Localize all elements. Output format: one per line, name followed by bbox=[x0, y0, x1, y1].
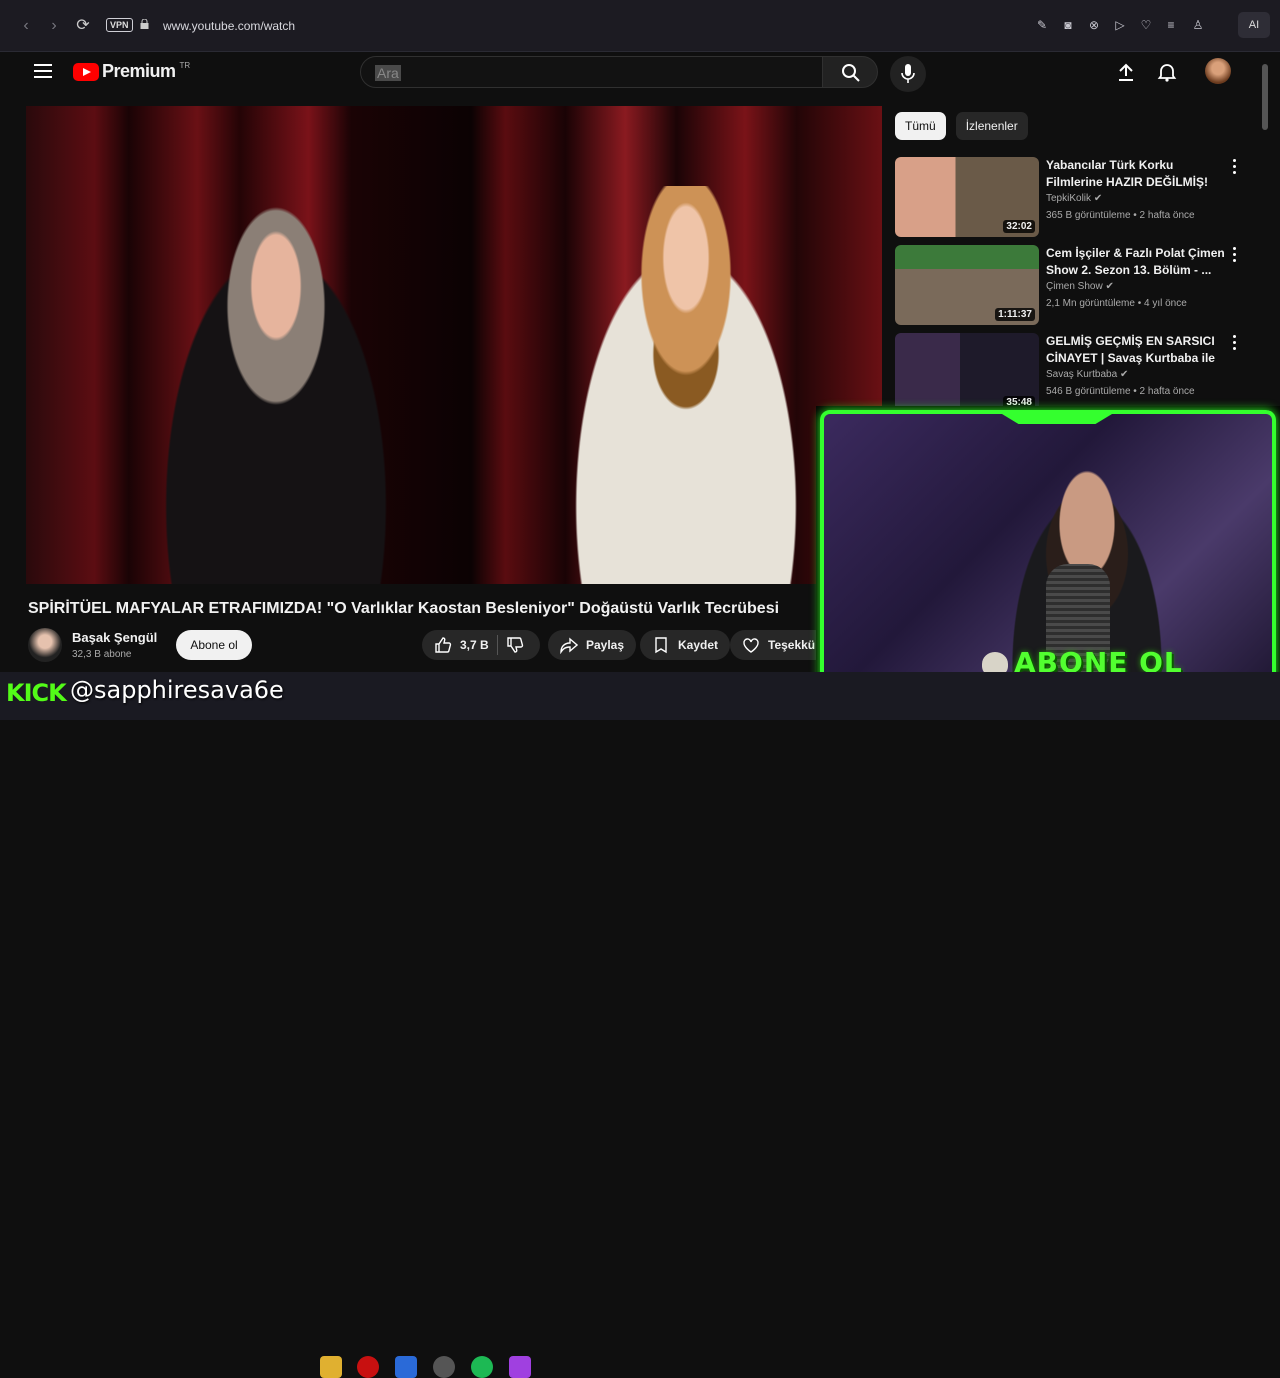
profile-icon[interactable]: ♙ bbox=[1191, 17, 1205, 33]
share-label: Paylaş bbox=[586, 638, 625, 652]
video-title: SPİRİTÜEL MAFYALAR ETRAFIMIZDA! "O Varlı… bbox=[28, 600, 780, 617]
camera-app-icon[interactable] bbox=[509, 1356, 531, 1378]
kick-handle: @sapphiresava6e bbox=[70, 676, 284, 704]
recommendation-title[interactable]: Cem İşçiler & Fazlı Polat Çimen Show 2. … bbox=[1046, 245, 1226, 279]
bookmark-icon bbox=[655, 637, 667, 654]
spotify-icon[interactable] bbox=[471, 1356, 493, 1378]
channel-name[interactable]: Başak Şengül bbox=[72, 630, 157, 645]
verified-icon: ✔ bbox=[1119, 369, 1129, 380]
video-thumbnail[interactable]: 1:11:37 bbox=[895, 245, 1039, 325]
verified-icon: ✔ bbox=[1105, 281, 1114, 292]
search-placeholder: Ara bbox=[375, 65, 401, 81]
shield-icon[interactable]: ⊗ bbox=[1087, 17, 1101, 33]
save-label: Kaydet bbox=[678, 638, 719, 652]
heart-icon[interactable]: ♡ bbox=[1139, 17, 1153, 33]
more-options-icon[interactable] bbox=[1233, 247, 1237, 263]
recommendation-channel[interactable]: Savaş Kurtbaba ✔ bbox=[1046, 369, 1128, 380]
chip-all[interactable]: Tümü bbox=[895, 112, 946, 140]
share-button[interactable]: Paylaş bbox=[548, 630, 637, 660]
recommendation-item[interactable]: 1:11:37 Cem İşçiler & Fazlı Polat Çimen … bbox=[895, 245, 1255, 325]
back-icon[interactable]: ‹ bbox=[16, 16, 36, 36]
upload-icon[interactable] bbox=[1116, 62, 1136, 82]
ai-button[interactable]: AI bbox=[1238, 12, 1270, 38]
chip-watched[interactable]: İzlenenler bbox=[955, 112, 1028, 140]
opera-icon[interactable] bbox=[357, 1356, 379, 1378]
video-duration: 1:11:37 bbox=[995, 308, 1035, 321]
dislike-icon[interactable] bbox=[506, 636, 524, 654]
divider bbox=[496, 635, 498, 655]
subscriber-count: 32,3 B abone bbox=[72, 649, 132, 660]
reload-icon[interactable]: ⟳ bbox=[73, 16, 93, 36]
like-icon[interactable] bbox=[434, 636, 452, 654]
vpn-badge[interactable]: VPN bbox=[106, 18, 133, 32]
edit-icon[interactable]: ✎ bbox=[1035, 17, 1049, 33]
filter-chips: Tümü İzlenenler bbox=[895, 112, 1028, 140]
address-bar[interactable]: www.youtube.com/watch bbox=[163, 19, 295, 33]
frame-decoration bbox=[1002, 414, 1112, 424]
menu-lines-icon[interactable]: ≡ bbox=[1164, 17, 1178, 33]
more-options-icon[interactable] bbox=[1233, 335, 1237, 351]
search-icon bbox=[842, 64, 860, 82]
voice-search-button[interactable] bbox=[890, 56, 926, 92]
app-icon[interactable] bbox=[395, 1356, 417, 1378]
logo-text: Premium bbox=[102, 61, 176, 81]
save-button[interactable]: Kaydet bbox=[640, 630, 731, 660]
scrollbar-thumb[interactable] bbox=[1262, 64, 1268, 130]
camera-icon[interactable]: ◙ bbox=[1061, 17, 1075, 33]
like-dislike-group: 3,7 B bbox=[422, 630, 540, 660]
video-person-left bbox=[136, 186, 416, 584]
like-count: 3,7 B bbox=[460, 638, 489, 652]
youtube-play-icon bbox=[73, 62, 99, 81]
notifications-bell-icon[interactable] bbox=[1157, 62, 1177, 82]
verified-icon: ✔ bbox=[1093, 193, 1103, 204]
recommendation-meta: 546 B görüntüleme • 2 hafta önce bbox=[1046, 386, 1195, 397]
video-person-right bbox=[546, 186, 826, 584]
account-avatar[interactable] bbox=[1205, 58, 1231, 84]
hamburger-icon[interactable] bbox=[34, 64, 52, 78]
webcam-overlay: ABONE OL bbox=[816, 406, 1280, 710]
subscribe-button[interactable]: Abone ol bbox=[176, 630, 252, 660]
youtube-logo[interactable]: Premium TR bbox=[73, 61, 190, 82]
video-player[interactable] bbox=[26, 106, 882, 584]
recommendation-meta: 365 B görüntüleme • 2 hafta önce bbox=[1046, 210, 1195, 221]
channel-avatar[interactable] bbox=[28, 628, 62, 662]
recommendation-meta: 2,1 Mn görüntüleme • 4 yıl önce bbox=[1046, 298, 1187, 309]
video-thumbnail[interactable]: 32:02 bbox=[895, 157, 1039, 237]
play-icon[interactable]: ▷ bbox=[1113, 17, 1127, 33]
recommendation-title[interactable]: GELMİŞ GEÇMİŞ EN SARSICI CİNAYET | Savaş… bbox=[1046, 333, 1226, 367]
recommendation-channel[interactable]: TepkiKolik ✔ bbox=[1046, 193, 1102, 204]
search-input[interactable]: Ara bbox=[360, 56, 824, 88]
obs-icon[interactable] bbox=[433, 1356, 455, 1378]
microphone-icon bbox=[901, 64, 915, 83]
channel-name-text: TepkiKolik bbox=[1046, 193, 1092, 204]
thanks-label: Teşekkü bbox=[768, 638, 816, 652]
super-thanks-icon bbox=[743, 638, 759, 653]
webcam-frame: ABONE OL bbox=[820, 410, 1276, 700]
recommendation-item[interactable]: 32:02 Yabancılar Türk Korku Filmlerine H… bbox=[895, 157, 1255, 237]
more-options-icon[interactable] bbox=[1233, 159, 1237, 175]
file-explorer-icon[interactable] bbox=[320, 1356, 342, 1378]
share-icon bbox=[560, 637, 578, 654]
video-thumbnail[interactable]: 35:48 bbox=[895, 333, 1039, 413]
browser-toolbar: ‹ › ⟳ VPN www.youtube.com/watch ✎ ◙ ⊗ ▷ … bbox=[0, 0, 1280, 52]
lock-icon bbox=[140, 19, 149, 29]
recommendation-channel[interactable]: Çimen Show ✔ bbox=[1046, 281, 1114, 292]
channel-name-text: Savaş Kurtbaba bbox=[1046, 369, 1118, 380]
search-button[interactable] bbox=[822, 56, 878, 88]
kick-logo: KICK bbox=[6, 679, 67, 707]
channel-name-text: Çimen Show bbox=[1046, 281, 1103, 292]
recommendation-item[interactable]: 35:48 GELMİŞ GEÇMİŞ EN SARSICI CİNAYET |… bbox=[895, 333, 1255, 413]
video-duration: 32:02 bbox=[1003, 220, 1035, 233]
forward-icon[interactable]: › bbox=[44, 16, 64, 36]
country-badge: TR bbox=[179, 61, 191, 70]
recommendation-title[interactable]: Yabancılar Türk Korku Filmlerine HAZIR D… bbox=[1046, 157, 1226, 191]
thanks-button[interactable]: Teşekkü bbox=[730, 630, 830, 660]
